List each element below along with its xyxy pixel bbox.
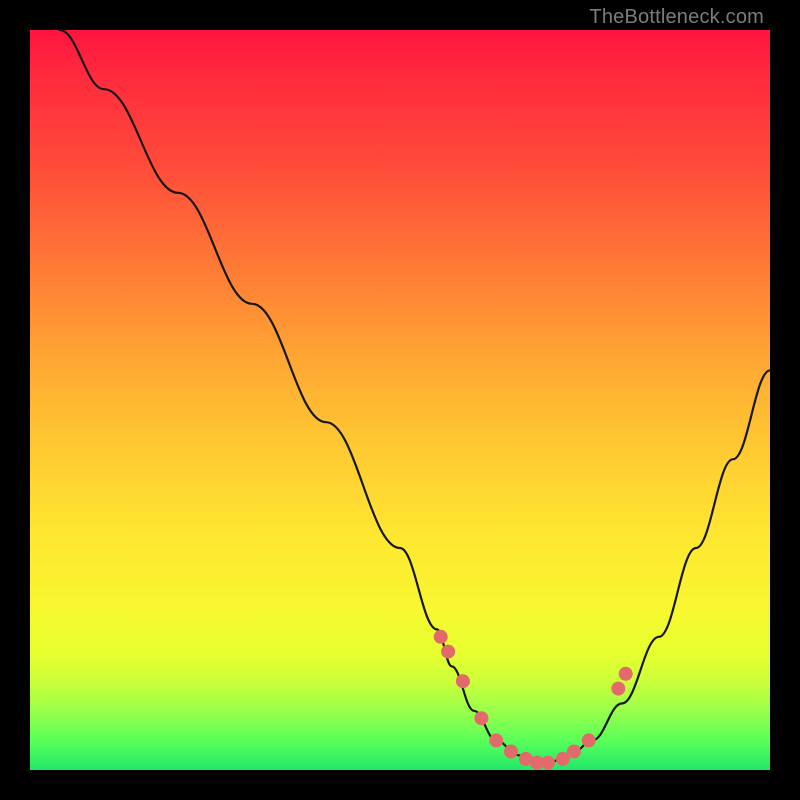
highlight-dot bbox=[456, 674, 470, 688]
highlight-dot bbox=[567, 745, 581, 759]
highlight-dot bbox=[441, 645, 455, 659]
plot-area bbox=[30, 30, 770, 770]
bottleneck-curve bbox=[60, 30, 770, 763]
highlight-dot bbox=[619, 667, 633, 681]
highlight-dot bbox=[434, 630, 448, 644]
highlight-dot bbox=[541, 756, 555, 770]
highlight-dot bbox=[504, 745, 518, 759]
highlight-dot bbox=[489, 733, 503, 747]
highlight-dot bbox=[474, 711, 488, 725]
chart-svg bbox=[30, 30, 770, 770]
highlight-dots-group bbox=[434, 630, 633, 770]
watermark-text: TheBottleneck.com bbox=[589, 6, 764, 29]
highlight-dot bbox=[611, 682, 625, 696]
highlight-dot bbox=[582, 733, 596, 747]
chart-frame: TheBottleneck.com bbox=[0, 0, 800, 800]
